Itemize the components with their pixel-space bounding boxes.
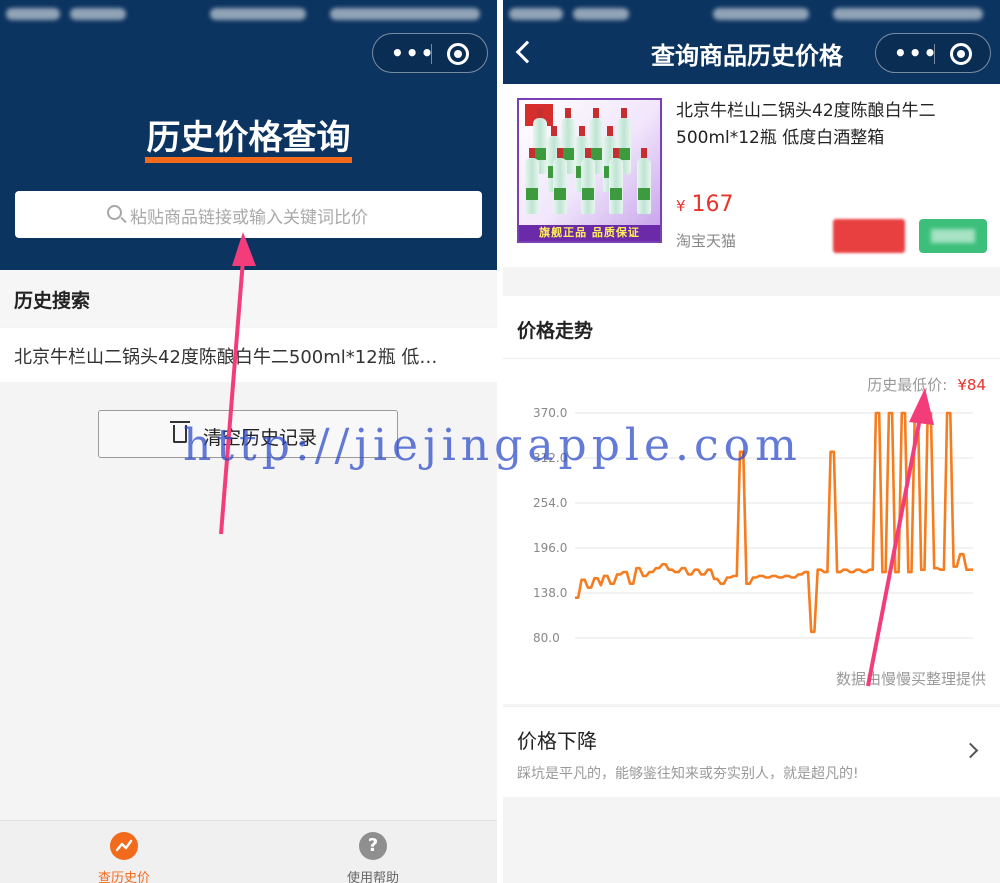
lowest-price: 历史最低价: ¥84 [867, 374, 986, 395]
product-price: ¥167 [676, 192, 734, 217]
header: ••• 历史价格查询 粘贴商品链接或输入关键词比价 [0, 0, 497, 270]
mini-program-capsule: ••• [875, 33, 991, 73]
close-target-icon[interactable] [950, 43, 972, 65]
image-banner: 旗舰正品 品质保证 [519, 225, 660, 241]
data-source-note: 数据由慢慢买整理提供 [835, 670, 986, 688]
more-icon[interactable]: ••• [391, 43, 435, 63]
lowest-price-value: ¥84 [957, 376, 986, 394]
search-placeholder: 粘贴商品链接或输入关键词比价 [130, 208, 368, 228]
price-drop-desc: 踩坑是平凡的，能够鉴往知来或夯实别人，就是超凡的! [517, 766, 859, 782]
mini-program-capsule: ••• [372, 33, 488, 73]
status-bar [503, 0, 1000, 28]
history-heading: 历史搜索 [14, 290, 91, 312]
search-icon [107, 205, 122, 220]
search-input[interactable]: 粘贴商品链接或输入关键词比价 [15, 191, 482, 238]
page-title: 历史价格查询 [146, 118, 351, 158]
shop-name: 淘宝天猫 [676, 232, 737, 250]
tab-label: 使用帮助 [346, 871, 399, 883]
trend-heading: 价格走势 [517, 320, 594, 342]
status-bar [0, 0, 497, 28]
price-trend-card: 价格走势 历史最低价: ¥84 370.0 312.0 254.0 196.0 138.0… [503, 296, 1000, 704]
price-drop-title: 价格下降 [517, 729, 597, 753]
lowest-price-label: 历史最低价: [867, 376, 948, 394]
page-title: 查询商品历史价格 [651, 42, 843, 70]
y-tick-label: 138.0 [533, 586, 567, 600]
y-tick-label: 196.0 [533, 541, 567, 555]
product-card[interactable]: 旗舰正品 品质保证 北京牛栏山二锅头42度陈酿白牛二500ml*12瓶 低度白酒… [503, 84, 1000, 267]
history-list-item[interactable]: 北京牛栏山二锅头42度陈酿白牛二500ml*12瓶 低… [0, 328, 497, 382]
price-drop-row[interactable]: 价格下降 踩坑是平凡的，能够鉴往知来或夯实别人，就是超凡的! [503, 706, 1000, 797]
trend-icon [110, 832, 138, 860]
history-item-label: 北京牛栏山二锅头42度陈酿白牛二500ml*12瓶 低… [14, 347, 438, 368]
tab-history-price[interactable]: 查历史价 [0, 821, 248, 883]
y-tick-label: 254.0 [533, 496, 567, 510]
buy-button[interactable] [833, 219, 905, 253]
watermark: http://jiejingapple.com [183, 420, 802, 471]
back-icon[interactable] [515, 40, 539, 64]
compare-button[interactable] [919, 219, 987, 253]
close-target-icon[interactable] [447, 43, 469, 65]
chevron-right-icon [962, 742, 979, 759]
y-tick-label: 80.0 [533, 631, 560, 645]
help-icon: ? [359, 832, 387, 860]
history-section-header: 历史搜索 [0, 270, 497, 327]
tab-help[interactable]: ? 使用帮助 [249, 821, 497, 883]
tab-label: 查历史价 [97, 871, 150, 883]
tab-bar: 查历史价 ? 使用帮助 [0, 820, 497, 883]
product-title: 北京牛栏山二锅头42度陈酿白牛二500ml*12瓶 低度白酒整箱 [676, 101, 936, 148]
y-tick-label: 370.0 [533, 406, 567, 420]
title-underline [145, 157, 352, 163]
price-value: 167 [691, 192, 734, 217]
header: 查询商品历史价格 ••• [503, 0, 1000, 84]
currency-symbol: ¥ [676, 197, 686, 215]
more-icon[interactable]: ••• [894, 43, 938, 63]
product-image: 旗舰正品 品质保证 [517, 98, 662, 243]
